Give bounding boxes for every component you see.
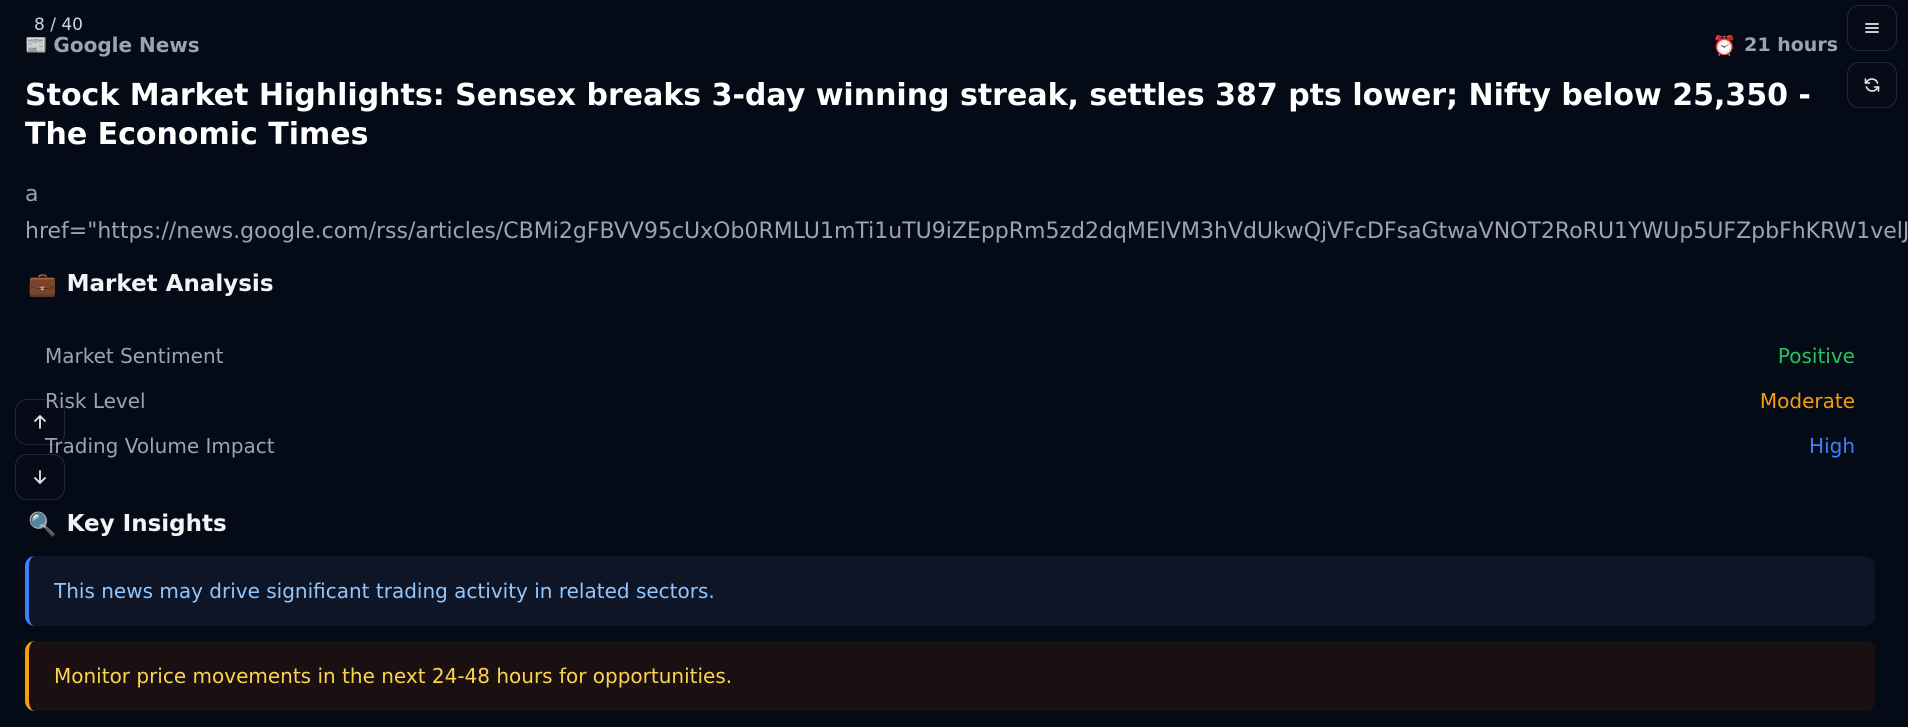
snippet-line-2: href="https://news.google.com/rss/articl… bbox=[25, 219, 1908, 244]
market-analysis-title: Market Analysis bbox=[66, 271, 274, 297]
menu-button[interactable] bbox=[1847, 5, 1897, 51]
insight-card: Monitor price movements in the next 24-4… bbox=[25, 641, 1875, 711]
market-metrics: Market Sentiment Positive Risk Level Mod… bbox=[45, 333, 1855, 468]
arrow-down-icon bbox=[34, 470, 46, 484]
metric-label: Risk Level bbox=[45, 388, 146, 413]
key-insights-heading: 🔍 Key Insights bbox=[28, 507, 227, 541]
alarm-clock-icon: ⏰ bbox=[1712, 34, 1737, 57]
briefcase-icon: 💼 bbox=[28, 271, 57, 298]
metric-value: Moderate bbox=[1759, 388, 1855, 413]
refresh-icon bbox=[1864, 78, 1880, 92]
market-analysis-heading: 💼 Market Analysis bbox=[28, 267, 274, 301]
published-time: ⏰ 21 hours bbox=[1712, 30, 1838, 60]
insight-card: This news may drive significant trading … bbox=[25, 556, 1875, 626]
magnifier-icon: 🔍 bbox=[28, 511, 57, 538]
metric-row: Market Sentiment Positive bbox=[45, 333, 1855, 378]
metric-label: Market Sentiment bbox=[45, 343, 224, 368]
metric-value: High bbox=[1809, 433, 1855, 458]
newspaper-icon: 📰 bbox=[25, 34, 48, 56]
insight-text: This news may drive significant trading … bbox=[54, 579, 715, 603]
metric-row: Trading Volume Impact High bbox=[45, 423, 1855, 468]
article-page: 8 / 40 📰 Google News ⏰ 21 hours Stock Ma… bbox=[0, 0, 1908, 727]
article-counter: 8 / 40 bbox=[30, 15, 87, 35]
article-snippet: a href="https://news.google.com/rss/arti… bbox=[25, 176, 1908, 250]
source-name: Google News bbox=[53, 33, 200, 57]
metric-row: Risk Level Moderate bbox=[45, 378, 1855, 423]
insight-text: Monitor price movements in the next 24-4… bbox=[54, 664, 733, 688]
refresh-button[interactable] bbox=[1847, 62, 1897, 108]
article-headline[interactable]: Stock Market Highlights: Sensex breaks 3… bbox=[25, 76, 1815, 154]
metric-value: Positive bbox=[1777, 343, 1855, 368]
metric-label: Trading Volume Impact bbox=[45, 433, 275, 458]
snippet-line-1: a bbox=[25, 182, 39, 207]
published-time-text: 21 hours bbox=[1744, 34, 1838, 56]
hamburger-menu-icon bbox=[1865, 23, 1879, 33]
key-insights-title: Key Insights bbox=[66, 511, 227, 537]
